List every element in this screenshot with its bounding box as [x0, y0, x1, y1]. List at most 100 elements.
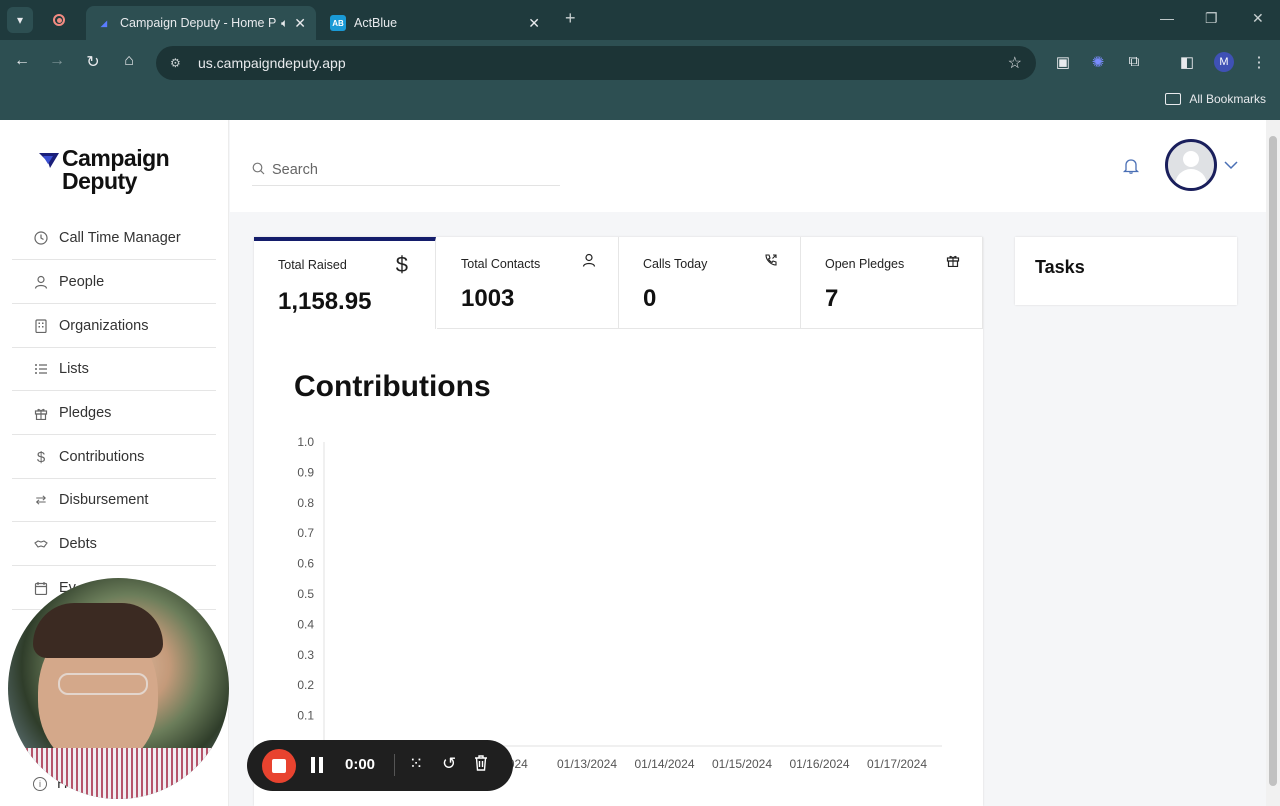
extension-icon[interactable]: ▣ — [1053, 53, 1073, 73]
browser-toolbar: ← → ↻ ⌂ ⚙︎ us.campaigndeputy.app ☆ ▣ ✺ ⧉… — [0, 40, 1280, 86]
page-scrollbar[interactable] — [1266, 120, 1280, 806]
restore-icon[interactable]: ❐ — [1205, 10, 1218, 27]
stat-label: Open Pledges — [825, 257, 905, 271]
stat-calls-today[interactable]: Calls Today 0 — [619, 237, 801, 329]
y-tick-label: 0.9 — [297, 465, 314, 479]
calendar-icon — [33, 580, 49, 596]
x-tick-label: 01/17/2024 — [867, 757, 927, 771]
actblue-favicon-icon: AB — [330, 15, 346, 31]
close-tab-icon[interactable]: ✕ — [528, 15, 540, 32]
sidebar-item-label: Debts — [59, 536, 97, 552]
extension-icon[interactable]: ✺ — [1088, 53, 1108, 73]
record-indicator-icon[interactable] — [46, 7, 72, 33]
contributions-chart: 1.00.90.80.70.60.50.40.30.20.12/202401/1… — [297, 435, 942, 771]
speaker-icon: 🔈︎ — [281, 15, 289, 30]
campaign-deputy-favicon-icon: ◢ — [100, 18, 108, 28]
sidebar-item-label: Disbursement — [59, 492, 149, 508]
recording-timer: 0:00 — [345, 756, 376, 773]
chart-title: Contributions — [294, 370, 491, 403]
campaign-deputy-logo[interactable]: Campaign Deputy — [38, 145, 170, 193]
sidebar-item-label: Organizations — [59, 318, 149, 334]
sidebar-item-pledges[interactable]: Pledges — [12, 392, 216, 435]
trash-icon[interactable] — [473, 754, 489, 777]
address-bar[interactable]: ⚙︎ us.campaigndeputy.app ☆ — [156, 46, 1036, 80]
notification-bell-icon[interactable] — [1122, 157, 1140, 175]
all-bookmarks-button[interactable]: All Bookmarks — [1165, 92, 1266, 106]
sidebar-item-people[interactable]: People — [12, 261, 216, 304]
phone-icon — [764, 253, 778, 272]
tab-campaign-deputy[interactable]: ◢ Campaign Deputy - Home P 🔈︎ ✕ — [86, 6, 316, 40]
y-tick-label: 0.7 — [297, 526, 314, 540]
dollar-icon: $ — [36, 448, 46, 466]
tab-search-button[interactable]: ▾ — [7, 7, 33, 33]
stop-recording-button[interactable] — [262, 749, 296, 783]
chevron-down-icon[interactable] — [1224, 157, 1238, 173]
sidebar-item-organizations[interactable]: Organizations — [12, 305, 216, 348]
search-icon — [252, 162, 266, 178]
sidebar-item-disbursement[interactable]: ⇄ Disbursement — [12, 479, 216, 522]
sidebar-item-contributions[interactable]: $ Contributions — [12, 436, 216, 479]
more-menu-icon[interactable]: ⋮ — [1249, 53, 1269, 73]
grid-icon[interactable]: ⁙ — [409, 754, 423, 774]
stat-open-pledges[interactable]: Open Pledges 7 — [801, 237, 983, 329]
pause-icon[interactable] — [311, 757, 325, 773]
stat-value: 7 — [825, 285, 839, 312]
sidebar-item-label: Call Time Manager — [59, 230, 181, 246]
logo-mark-icon — [39, 153, 59, 168]
profile-avatar[interactable]: M — [1214, 52, 1234, 72]
transfer-icon: ⇄ — [35, 492, 47, 507]
person-icon — [33, 274, 49, 290]
sidebar-item-call-time-manager[interactable]: Call Time Manager — [12, 217, 216, 260]
sidebar-item-lists[interactable]: Lists — [12, 348, 216, 391]
stat-total-raised[interactable]: Total Raised 1,158.95 $ — [254, 237, 436, 329]
side-panel-icon[interactable]: ◧ — [1177, 53, 1197, 73]
home-icon[interactable]: ⌂ — [118, 52, 140, 70]
recording-controls: 0:00 ⁙ ↺ — [247, 740, 513, 791]
forward-icon[interactable]: → — [46, 52, 68, 70]
reload-icon[interactable]: ↻ — [82, 52, 104, 72]
tab-actblue[interactable]: AB ActBlue ✕ — [320, 6, 550, 40]
y-tick-label: 0.4 — [297, 617, 314, 631]
y-tick-label: 0.1 — [297, 709, 314, 723]
extensions-puzzle-icon[interactable]: ⧉ — [1124, 53, 1144, 73]
stat-value: 1,158.95 — [278, 288, 372, 315]
back-icon[interactable]: ← — [11, 52, 33, 70]
handshake-icon — [33, 536, 49, 552]
bookmark-star-icon[interactable]: ☆ — [1008, 53, 1022, 73]
stat-total-contacts[interactable]: Total Contacts 1003 — [437, 237, 619, 329]
building-icon — [33, 318, 49, 334]
clock-icon — [33, 230, 49, 246]
search-bar[interactable] — [252, 154, 560, 186]
y-tick-label: 0.6 — [297, 557, 314, 571]
gift-icon — [33, 405, 49, 421]
y-tick-label: 0.3 — [297, 648, 314, 662]
scrollbar-thumb[interactable] — [1269, 136, 1277, 786]
y-tick-label: 1.0 — [297, 435, 314, 449]
restart-icon[interactable]: ↺ — [442, 754, 456, 774]
stat-value: 0 — [643, 285, 657, 312]
stat-label: Total Contacts — [461, 257, 541, 271]
close-window-icon[interactable]: ✕ — [1252, 10, 1264, 27]
x-tick-label: 01/15/2024 — [712, 757, 772, 771]
sidebar-item-label: Contributions — [59, 449, 145, 465]
minimize-icon[interactable]: — — [1160, 10, 1174, 26]
sidebar-item-label: Lists — [59, 361, 89, 377]
logo-line-1: Campaign — [62, 145, 170, 171]
site-settings-icon[interactable]: ⚙︎ — [170, 56, 186, 70]
folder-icon — [1165, 93, 1182, 105]
list-icon — [33, 361, 49, 377]
webcam-overlay[interactable] — [8, 578, 229, 799]
search-input[interactable] — [272, 161, 552, 178]
sidebar-item-debts[interactable]: Debts — [12, 523, 216, 566]
close-tab-icon[interactable]: ✕ — [294, 15, 306, 32]
y-tick-label: 0.8 — [297, 496, 314, 510]
sidebar-item-label: Pledges — [59, 405, 112, 421]
dollar-icon: $ — [395, 252, 408, 277]
tab-title: Campaign Deputy - Home P — [120, 16, 277, 30]
browser-tab-bar: ▾ ◢ Campaign Deputy - Home P 🔈︎ ✕ AB Act… — [0, 0, 1280, 40]
gift-icon — [946, 253, 960, 272]
url-text: us.campaigndeputy.app — [198, 55, 346, 71]
tab-title: ActBlue — [354, 16, 398, 30]
new-tab-icon[interactable]: + — [565, 8, 576, 29]
user-avatar[interactable] — [1165, 139, 1217, 191]
